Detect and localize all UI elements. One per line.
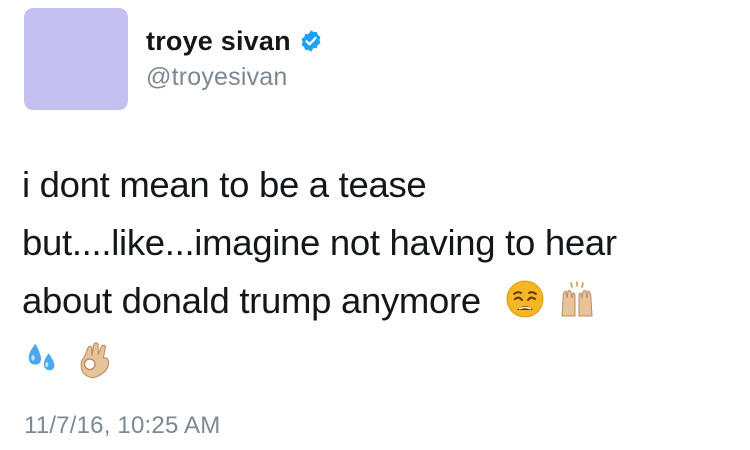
author-name-row: troye sivan: [146, 24, 323, 58]
weary-face-emoji-icon: [505, 279, 545, 319]
sweat-droplets-icon: [24, 338, 62, 376]
verified-badge-icon: [299, 29, 323, 53]
tweet-text-line-with-emoji: about donald trump anymore: [22, 272, 722, 330]
tweet-timestamp[interactable]: 11/7/16, 10:25 AM: [24, 412, 220, 440]
user-handle[interactable]: @troyesivan: [146, 63, 288, 92]
ok-hand-icon: [74, 338, 116, 380]
emoji-row: [24, 338, 116, 380]
display-name[interactable]: troye sivan: [146, 26, 291, 57]
tweet-text-line: but....like...imagine not having to hear: [22, 222, 617, 263]
tweet-card: troye sivan @troyesivan i dont mean to b…: [0, 0, 750, 450]
raising-hands-emoji-icon: [557, 279, 597, 319]
tweet-text: i dont mean to be a tease but....like...…: [22, 156, 722, 330]
avatar[interactable]: [24, 8, 128, 110]
tweet-text-segment: about donald trump anymore: [22, 280, 481, 321]
tweet-text-line: i dont mean to be a tease: [22, 164, 427, 205]
